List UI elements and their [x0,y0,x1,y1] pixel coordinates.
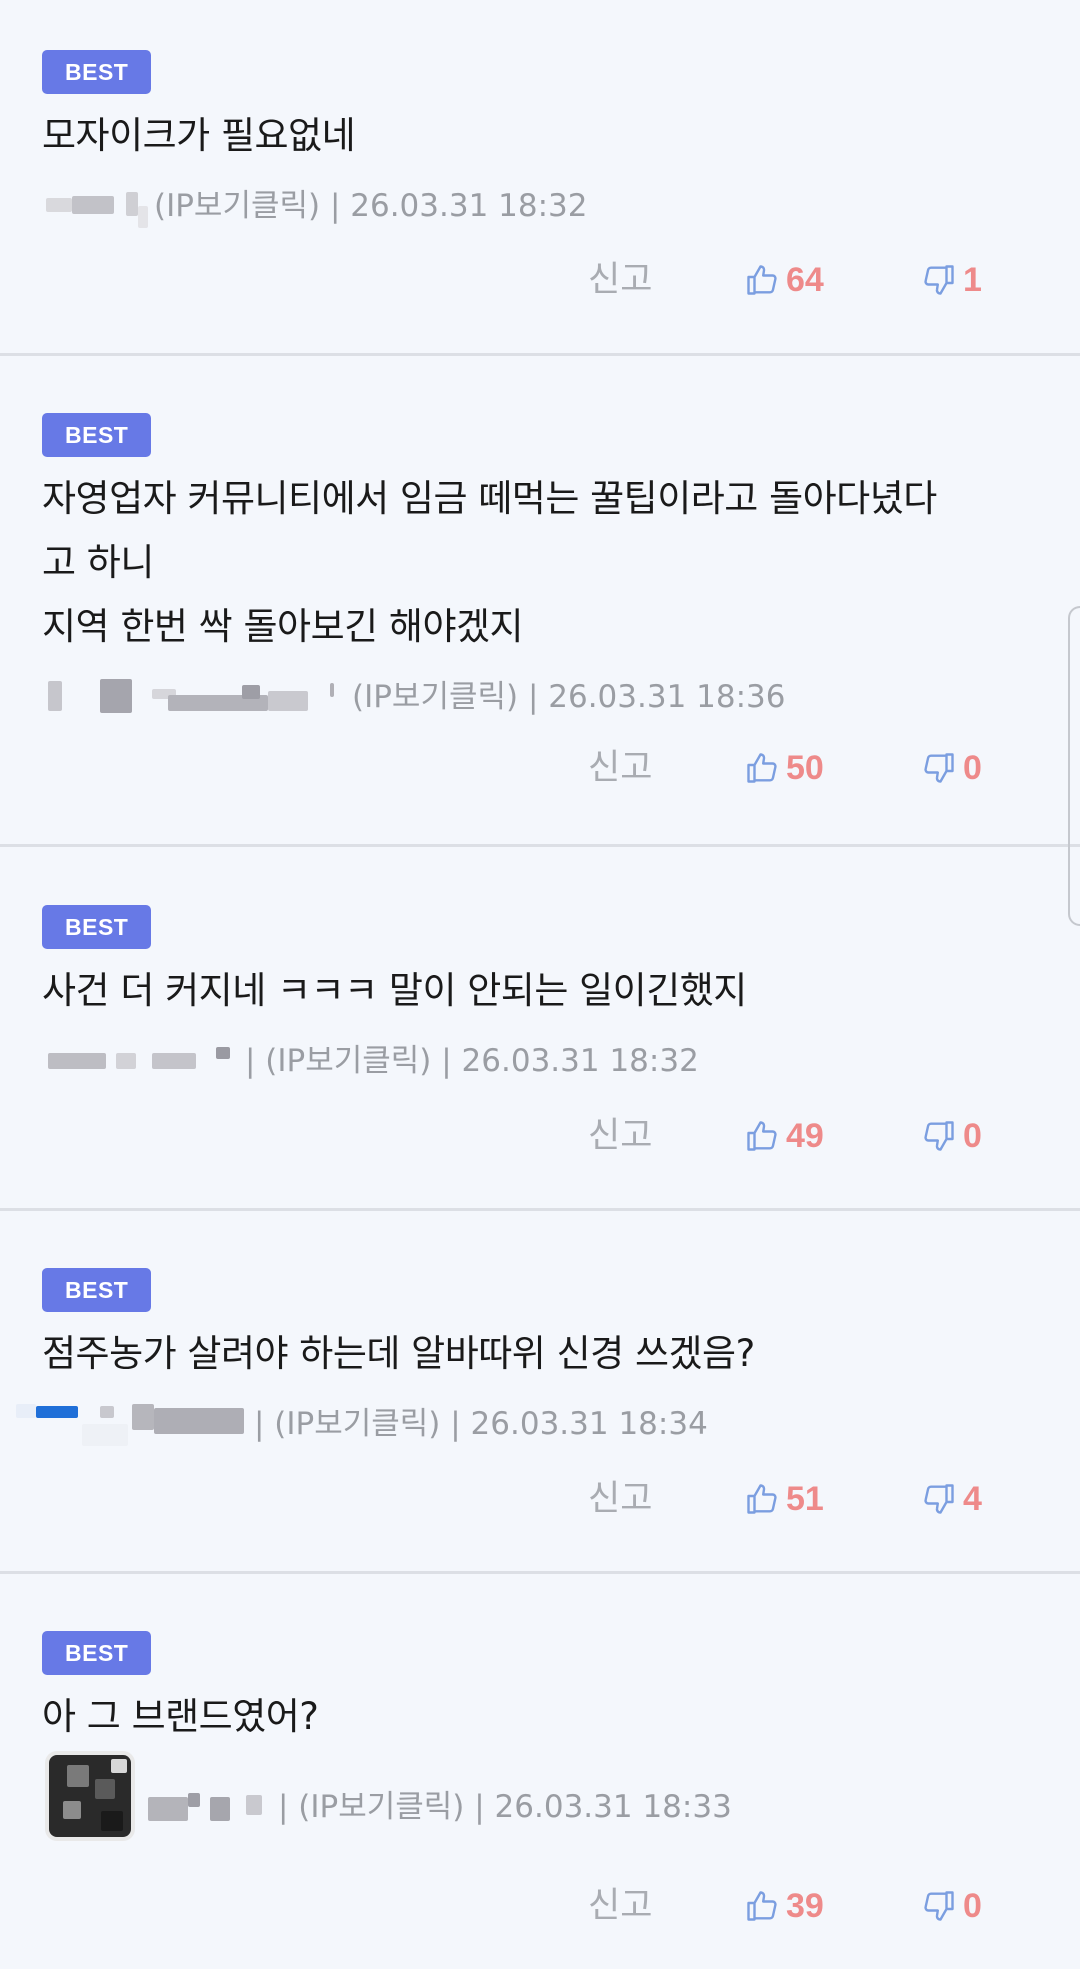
comment-item: BEST 모자이크가 필요없네 (IP보기클릭) | 26.03.31 18:3… [0,50,1080,300]
thumbs-up-icon [747,265,777,295]
comment-text-line: 모자이크가 필요없네 [42,114,356,157]
comment-actions: 신고 51 4 [0,1474,1080,1524]
blurred-username[interactable] [148,1783,284,1831]
comment-text: 점주농가 살려야 하는데 알바따위 신경 쓰겠음? [42,1322,1040,1386]
comment-meta-text: | (IP보기클릭) | 26.03.31 18:34 [254,1406,708,1442]
like-button[interactable]: 39 [744,1881,824,1931]
report-button[interactable]: 신고 [588,1111,652,1161]
best-badge: BEST [42,1631,152,1675]
comment-text: 자영업자 커뮤니티에서 임금 떼먹는 꿀팁이라고 돌아다녔다 고 하니 지역 한… [42,467,1040,659]
comment-divider [0,1208,1080,1211]
comment-divider [0,1571,1080,1574]
comment-meta-text: (IP보기클릭) | 26.03.31 18:32 [154,188,588,224]
comment-meta: | (IP보기클릭) | 26.03.31 18:33 [42,1751,1040,1841]
comment-actions: 신고 39 0 [0,1881,1080,1931]
comment-meta: (IP보기클릭) | 26.03.31 18:36 [42,673,1040,721]
like-count: 50 [786,749,824,787]
best-badge: BEST [42,50,152,94]
report-button[interactable]: 신고 [588,1474,652,1524]
thumbs-up-icon [747,1891,777,1921]
comment-divider [0,844,1080,847]
comment-actions: 신고 49 0 [0,1111,1080,1161]
thumbs-up-icon [747,1121,777,1151]
comment-item: BEST 사건 더 커지네 ㅋㅋㅋ 말이 안되는 일이긴했지 | (IP보기클릭… [0,905,1080,1156]
comment-text-line: 점주농가 살려야 하는데 알바따위 신경 쓰겠음? [42,1332,755,1375]
like-button[interactable]: 51 [744,1474,824,1524]
best-badge: BEST [42,1268,152,1312]
like-count: 51 [786,1480,824,1518]
thumbs-down-icon [924,1484,954,1514]
comment-meta: (IP보기클릭) | 26.03.31 18:32 [42,182,1040,230]
dislike-count: 4 [963,1480,982,1518]
comment-text: 모자이크가 필요없네 [42,104,1040,168]
report-button[interactable]: 신고 [588,743,652,793]
blurred-username[interactable] [42,673,344,721]
thumbs-down-icon [924,753,954,783]
comment-divider [0,353,1080,356]
like-button[interactable]: 49 [744,1111,824,1161]
dislike-count: 0 [963,749,982,787]
blurred-username[interactable] [16,1400,252,1448]
report-button[interactable]: 신고 [588,1881,652,1931]
dislike-button[interactable]: 0 [921,1881,982,1931]
comment-text-line: 고 하니 [42,541,154,584]
comment-meta: | (IP보기클릭) | 26.03.31 18:34 [16,1400,1040,1448]
like-button[interactable]: 64 [744,255,824,305]
report-button[interactable]: 신고 [588,255,652,305]
comment-meta-text: | (IP보기클릭) | 26.03.31 18:33 [278,1789,732,1825]
comment-text: 아 그 브랜드였어? [42,1685,1040,1749]
comment-actions: 신고 50 0 [0,743,1080,793]
comment-text-line: 아 그 브랜드였어? [42,1695,319,1738]
dislike-button[interactable]: 4 [921,1474,982,1524]
comment-text-line: 지역 한번 싹 돌아보긴 해야겠지 [42,605,524,648]
like-count: 39 [786,1887,824,1925]
best-badge: BEST [42,413,152,457]
comment-meta-text: (IP보기클릭) | 26.03.31 18:36 [352,679,786,715]
dislike-button[interactable]: 0 [921,1111,982,1161]
comment-item: BEST 자영업자 커뮤니티에서 임금 떼먹는 꿀팁이라고 돌아다녔다 고 하니… [0,413,1080,788]
comment-text-line: 자영업자 커뮤니티에서 임금 떼먹는 꿀팁이라고 돌아다녔다 [42,477,937,520]
best-badge: BEST [42,905,152,949]
thumbs-down-icon [924,1121,954,1151]
thumbs-up-icon [747,753,777,783]
scrollbar[interactable] [1068,606,1080,926]
comment-item: BEST 아 그 브랜드였어? | (IP보기클릭) | 26.03.31 18… [0,1631,1080,1926]
thumbs-down-icon [924,1891,954,1921]
like-button[interactable]: 50 [744,743,824,793]
comment-meta-text: | (IP보기클릭) | 26.03.31 18:32 [245,1043,699,1079]
dislike-button[interactable]: 1 [921,255,982,305]
comment-meta: | (IP보기클릭) | 26.03.31 18:32 [42,1037,1040,1085]
comment-actions: 신고 64 1 [0,255,1080,305]
thumbs-down-icon [924,265,954,295]
dislike-count: 1 [963,261,982,299]
like-count: 64 [786,261,824,299]
dislike-count: 0 [963,1887,982,1925]
thumbs-up-icon [747,1484,777,1514]
like-count: 49 [786,1117,824,1155]
comment-item: BEST 점주농가 살려야 하는데 알바따위 신경 쓰겠음? | (IP보기클릭… [0,1268,1080,1519]
blurred-username[interactable] [42,1037,238,1085]
blurred-username[interactable] [42,182,154,230]
comment-text: 사건 더 커지네 ㅋㅋㅋ 말이 안되는 일이긴했지 [42,959,1040,1023]
avatar[interactable] [45,1751,135,1841]
dislike-count: 0 [963,1117,982,1155]
dislike-button[interactable]: 0 [921,743,982,793]
comment-text-line: 사건 더 커지네 ㅋㅋㅋ 말이 안되는 일이긴했지 [42,969,747,1012]
